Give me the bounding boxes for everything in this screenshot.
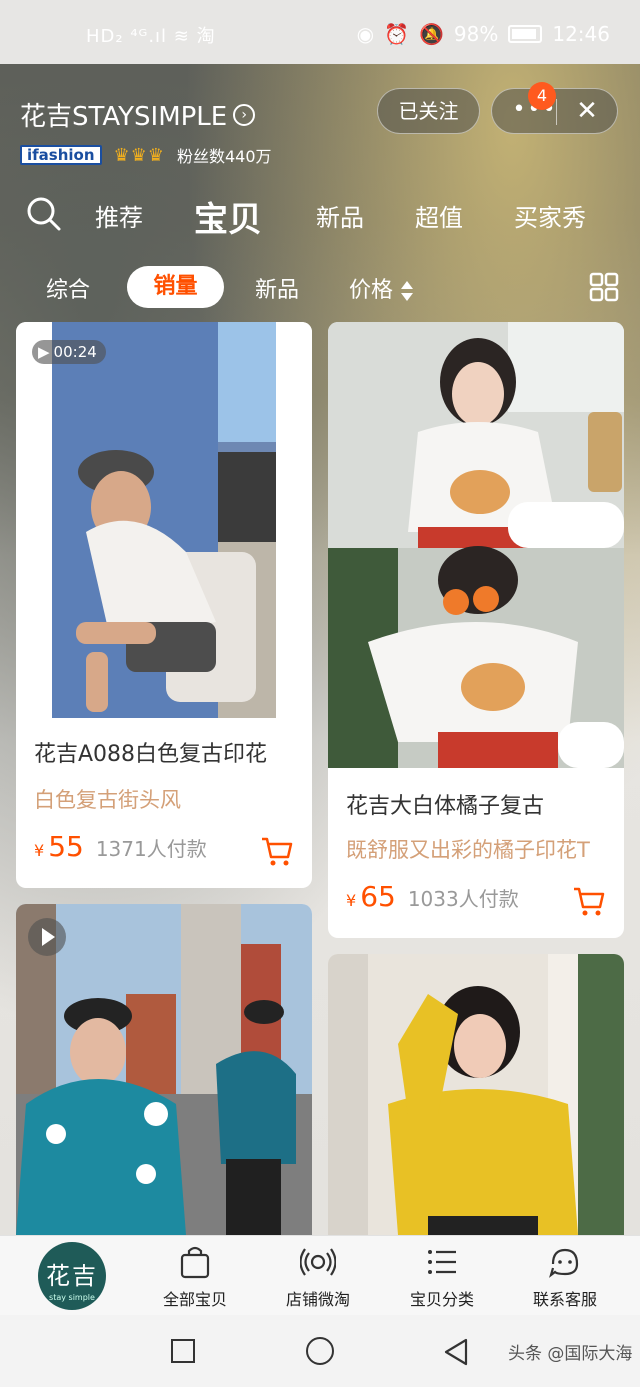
shop-name-text: 花吉STAYSIMPLE — [20, 102, 228, 132]
mute-icon: 🔕 — [419, 22, 444, 46]
bag-icon — [180, 1246, 210, 1279]
sort-tabs: 综合 销量 新品 价格 — [0, 262, 640, 314]
nav-categories[interactable]: 宝贝分类 — [382, 1244, 502, 1310]
home-icon[interactable] — [306, 1337, 334, 1365]
battery-percent: 98% — [453, 22, 499, 46]
main-tabs: 推荐 宝贝 新品 超值 买家秀 — [20, 188, 630, 244]
video-duration-tag: ▶ 00:24 — [32, 340, 106, 364]
chevron-right-icon: › — [233, 103, 256, 126]
add-to-cart-icon[interactable] — [260, 834, 294, 868]
list-icon — [428, 1250, 456, 1274]
product-image — [16, 904, 312, 1235]
clock: 12:46 — [552, 22, 610, 46]
nav-shop-feed[interactable]: 店铺微淘 — [258, 1244, 378, 1310]
product-card[interactable] — [328, 954, 624, 1235]
tab-buyer-show[interactable]: 买家秀 — [514, 198, 586, 233]
sort-price[interactable]: 价格 — [349, 272, 414, 304]
status-bar: HD₂ ⁴ᴳ.ıl ≋ 淘 ◉ ⏰ 🔕 98% 12:46 — [0, 0, 640, 64]
grid-view-icon[interactable] — [589, 272, 619, 302]
shop-name[interactable]: 花吉STAYSIMPLE › — [20, 96, 256, 133]
price-row: ¥ 55 1371人付款 — [34, 830, 207, 863]
shop-bottom-nav: 花吉 stay simple 全部宝贝 店铺微淘 宝贝分类 联系客服 — [0, 1235, 640, 1315]
close-button[interactable]: ✕ — [570, 95, 604, 129]
tab-new[interactable]: 新品 — [316, 198, 364, 233]
search-icon[interactable] — [26, 196, 62, 232]
sort-new[interactable]: 新品 — [255, 272, 299, 304]
product-card[interactable] — [16, 904, 312, 1235]
notification-badge: 4 — [528, 82, 556, 110]
product-subtitle: 既舒服又出彩的橘子印花T — [346, 838, 590, 862]
eye-icon: ◉ — [356, 22, 375, 46]
product-title: 花吉A088白色复古印花 — [34, 742, 268, 767]
play-video-icon[interactable] — [28, 918, 66, 956]
nav-label: 联系客服 — [532, 1290, 597, 1309]
product-price: 65 — [360, 880, 396, 913]
broadcast-icon — [299, 1248, 337, 1276]
capsule-divider — [556, 99, 557, 125]
sold-count: 1371人付款 — [95, 837, 207, 861]
status-right: ◉ ⏰ 🔕 98% 12:46 — [357, 22, 610, 46]
tab-products[interactable]: 宝贝 — [194, 192, 262, 241]
sort-arrows-icon — [401, 281, 414, 301]
nav-customer-service[interactable]: 联系客服 — [505, 1244, 625, 1310]
follow-button[interactable]: 已关注 — [377, 88, 480, 134]
sold-count: 1033人付款 — [407, 887, 519, 911]
currency-symbol: ¥ — [34, 841, 45, 860]
product-card[interactable]: 花吉大白体橘子复古 既舒服又出彩的橘子印花T ¥ 65 1033人付款 — [328, 322, 624, 938]
product-image — [328, 954, 624, 1235]
add-to-cart-icon[interactable] — [572, 884, 606, 918]
watermark: 头条 @国际大海 — [508, 1344, 633, 1364]
sort-sales[interactable]: 销量 — [127, 266, 224, 308]
fans-count: 粉丝数440万 — [176, 147, 272, 166]
shop-logo-subtext: stay simple — [49, 1293, 95, 1302]
system-nav-bar: 头条 @国际大海 — [0, 1315, 640, 1387]
sort-default[interactable]: 综合 — [46, 272, 90, 304]
nav-label: 店铺微淘 — [285, 1290, 350, 1309]
shop-logo[interactable]: 花吉 stay simple — [38, 1242, 106, 1310]
tab-recommend[interactable]: 推荐 — [95, 198, 143, 233]
battery-icon — [508, 25, 543, 43]
service-icon — [549, 1248, 579, 1278]
product-image — [16, 322, 312, 718]
product-title: 花吉大白体橘子复古 — [346, 794, 545, 819]
shop-meta: ifashion ♛♛♛ 粉丝数440万 — [20, 143, 272, 167]
back-icon[interactable] — [442, 1337, 470, 1367]
alarm-icon: ⏰ — [384, 22, 409, 46]
tab-value[interactable]: 超值 — [415, 198, 463, 233]
nav-label: 宝贝分类 — [409, 1290, 474, 1309]
product-price: 55 — [48, 830, 84, 863]
shop-logo-text: 花吉 — [46, 1262, 98, 1290]
ifashion-logo: ifashion — [20, 145, 102, 165]
play-icon: ▶ — [38, 343, 50, 361]
price-row: ¥ 65 1033人付款 — [346, 880, 519, 913]
status-left-icons: HD₂ ⁴ᴳ.ıl ≋ 淘 — [86, 26, 216, 47]
product-subtitle: 白色复古街头风 — [34, 788, 181, 812]
product-image — [328, 322, 624, 768]
product-card[interactable]: ▶ 00:24 花吉A088白色复古印花 白色复古街头风 ¥ 55 1371人付… — [16, 322, 312, 888]
nav-all-products[interactable]: 全部宝贝 — [135, 1244, 255, 1310]
sort-price-label: 价格 — [349, 278, 394, 303]
nav-label: 全部宝贝 — [162, 1290, 227, 1309]
crown-rating-icon: ♛♛♛ — [113, 144, 165, 166]
recent-apps-icon[interactable] — [171, 1339, 195, 1363]
currency-symbol: ¥ — [346, 891, 357, 910]
video-duration: 00:24 — [53, 343, 97, 361]
